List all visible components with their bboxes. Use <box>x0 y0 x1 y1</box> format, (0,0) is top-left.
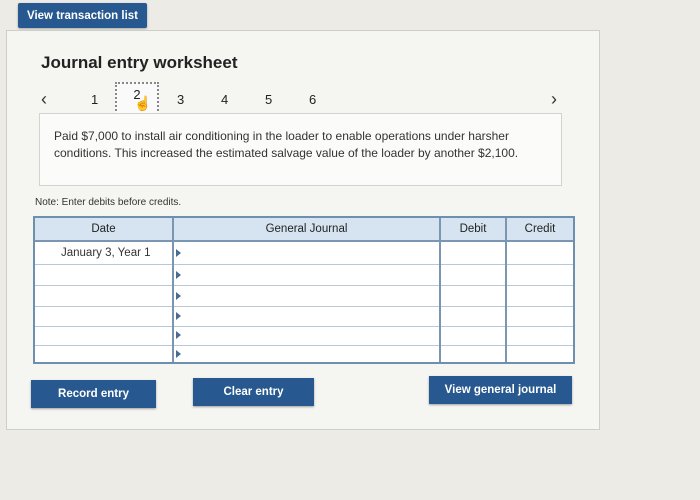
record-entry-button[interactable]: Record entry <box>31 380 156 408</box>
dropdown-triangle-icon[interactable] <box>176 331 181 339</box>
column-divider <box>505 218 507 362</box>
clear-entry-button[interactable]: Clear entry <box>193 378 314 406</box>
view-general-journal-button[interactable]: View general journal <box>429 376 572 404</box>
row-1-date: January 3, Year 1 <box>61 247 151 259</box>
entry-note: Note: Enter debits before credits. <box>35 197 182 208</box>
journal-entry-panel: Journal entry worksheet ‹ 1 2 ☝ 3 4 5 6 … <box>6 30 600 430</box>
view-transaction-list-button[interactable]: View transaction list <box>18 3 147 28</box>
row-divider <box>35 326 573 327</box>
hand-pointer-icon: ☝ <box>134 95 152 111</box>
dropdown-triangle-icon[interactable] <box>176 292 181 300</box>
entry-pagination: ‹ 1 2 ☝ 3 4 5 6 › <box>7 82 599 115</box>
page-link-6[interactable]: 6 <box>309 92 316 107</box>
header-divider <box>35 240 573 242</box>
page-title: Journal entry worksheet <box>41 53 238 72</box>
row-divider <box>35 264 573 265</box>
column-divider <box>172 218 174 362</box>
dropdown-triangle-icon[interactable] <box>176 350 181 358</box>
dropdown-triangle-icon[interactable] <box>176 271 181 279</box>
page-link-1[interactable]: 1 <box>91 92 98 107</box>
page-link-2-current[interactable]: 2 ☝ <box>115 82 159 115</box>
row-divider <box>35 345 573 346</box>
column-header-credit: Credit <box>507 218 573 240</box>
column-header-debit: Debit <box>441 218 505 240</box>
dropdown-triangle-icon[interactable] <box>176 249 181 257</box>
chevron-left-icon[interactable]: ‹ <box>41 89 47 110</box>
journal-table: Date General Journal Debit Credit Januar… <box>33 216 575 364</box>
chevron-right-icon[interactable]: › <box>551 89 557 110</box>
page-link-4[interactable]: 4 <box>221 92 228 107</box>
page-link-5[interactable]: 5 <box>265 92 272 107</box>
column-divider <box>439 218 441 362</box>
row-divider <box>35 306 573 307</box>
column-header-general-journal: General Journal <box>174 218 439 240</box>
dropdown-triangle-icon[interactable] <box>176 312 181 320</box>
column-header-date: Date <box>35 218 172 240</box>
transaction-description: Paid $7,000 to install air conditioning … <box>39 113 562 186</box>
page-link-3[interactable]: 3 <box>177 92 184 107</box>
row-divider <box>35 285 573 286</box>
